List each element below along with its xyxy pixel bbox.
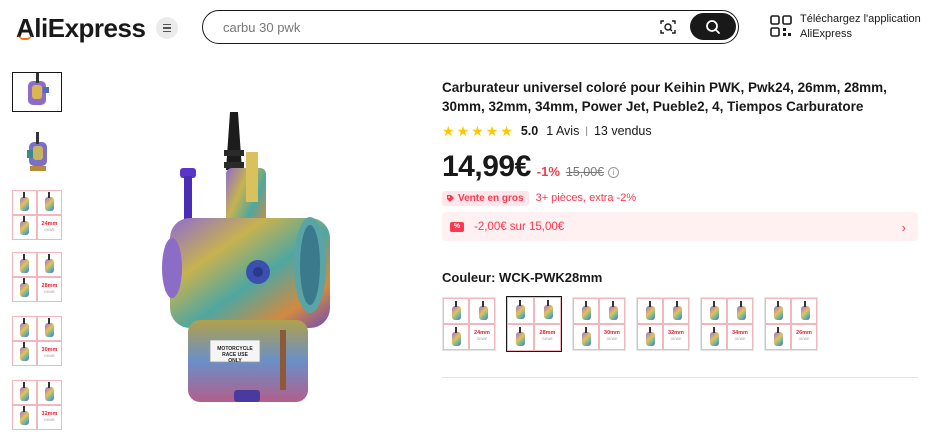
download-app-text: Téléchargez l'application AliExpress: [800, 12, 921, 42]
thumbnail-item[interactable]: [12, 72, 62, 112]
discount-badge: -1%: [536, 164, 560, 179]
thumbnail-item[interactable]: [12, 128, 62, 178]
color-swatch[interactable]: 24mm GKWE: [442, 297, 496, 351]
app-line1: Téléchargez l'application: [800, 13, 921, 25]
current-price: 14,99€: [442, 150, 531, 183]
color-swatch-selected[interactable]: 28mm GKWE: [506, 296, 562, 352]
original-price: 15,00€: [565, 165, 605, 179]
bulk-badge-label: Vente en gros: [458, 192, 524, 204]
rating-row: ★ ★ ★ ★ ★ 5.0 1 Avis | 13 vendus: [442, 122, 918, 140]
star-icon: ★: [500, 123, 513, 139]
search-bar: [202, 10, 739, 44]
sold-count: 13 vendus: [593, 124, 652, 138]
main-product-image[interactable]: MOTORCYCLE RACE USE ONLY: [150, 100, 350, 420]
color-swatch[interactable]: 34mm GKWE: [700, 297, 754, 351]
bulk-badge: Vente en gros: [442, 190, 529, 206]
star-icon: ★: [471, 123, 484, 139]
separator: |: [585, 125, 588, 137]
reviews-link[interactable]: 1 Avis: [546, 124, 579, 138]
camera-search-icon[interactable]: [659, 18, 677, 36]
chevron-right-icon: ›: [901, 220, 906, 235]
star-icon: ★: [485, 123, 499, 139]
product-info: Carburateur universel coloré pour Keihin…: [442, 78, 918, 352]
thumbnail-item[interactable]: 24mm GKWE: [12, 190, 62, 240]
search-button[interactable]: [690, 13, 736, 40]
coupon-text: -2,00€ sur 15,00€: [474, 220, 565, 233]
star-icon: ★: [456, 123, 470, 139]
star-icon: ★: [442, 123, 455, 139]
search-input[interactable]: [223, 18, 623, 36]
header: AliExpress Téléchargez l'application: [0, 0, 932, 56]
product-title: Carburateur universel coloré pour Keihin…: [442, 80, 887, 114]
menu-icon[interactable]: [156, 17, 178, 39]
bulk-discount-text: 3+ pièces, extra -2%: [535, 192, 637, 204]
rating-value: 5.0: [520, 124, 539, 138]
qr-code-icon: [770, 15, 792, 37]
color-swatch[interactable]: 30mm GKWE: [572, 297, 626, 351]
coupon-icon: %: [450, 221, 464, 232]
aliexpress-logo[interactable]: AliExpress: [16, 12, 146, 43]
search-icon: [706, 19, 720, 34]
color-swatch[interactable]: 32mm GKWE: [636, 297, 690, 351]
bulk-row: Vente en gros 3+ pièces, extra -2%: [442, 190, 918, 206]
star-rating[interactable]: ★ ★ ★ ★ ★: [442, 124, 513, 138]
thumbnail-item[interactable]: 32mm GKWE: [12, 380, 62, 430]
app-line2: AliExpress: [800, 28, 852, 40]
svg-text:ONLY: ONLY: [228, 358, 242, 364]
tag-icon: [447, 194, 454, 202]
info-icon[interactable]: i: [608, 167, 620, 178]
download-app-link[interactable]: Téléchargez l'application AliExpress: [770, 12, 921, 42]
color-swatches: 24mm GKWE 28mm GKWE 30mm GKWE 32mm GKWE 34mm…: [442, 296, 918, 352]
thumbnail-item[interactable]: 30mm GKWE: [12, 316, 62, 366]
divider: [442, 377, 918, 378]
color-label: Couleur: WCK-PWK28mm: [442, 270, 603, 285]
color-swatch[interactable]: 26mm GKWE: [764, 297, 818, 351]
thumbnail-item[interactable]: 28mm GKWE: [12, 252, 62, 302]
price-row: 14,99€ -1% 15,00€ i: [442, 150, 918, 186]
coupon-bar[interactable]: % -2,00€ sur 15,00€ ›: [442, 212, 918, 241]
logo-text: AliExpress: [16, 12, 146, 43]
